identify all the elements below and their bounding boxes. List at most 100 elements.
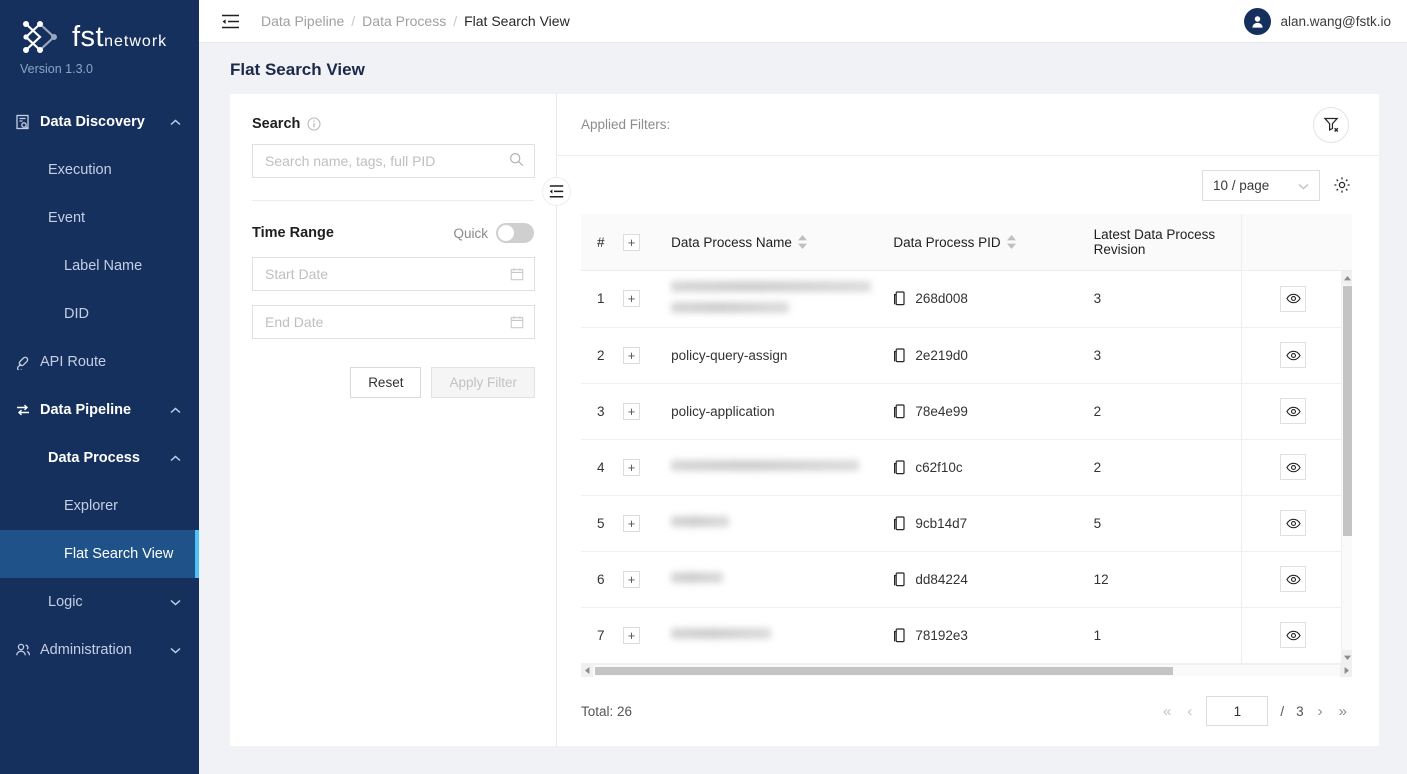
row-expand-cell: + xyxy=(623,551,671,607)
expand-all-icon[interactable]: + xyxy=(623,234,640,251)
eye-icon[interactable] xyxy=(1280,622,1306,648)
table-row[interactable]: 1 + xyxy=(581,271,1352,327)
plus-icon[interactable]: + xyxy=(623,290,640,307)
sidebar-item-event[interactable]: Event xyxy=(0,194,199,242)
filter-clear-icon[interactable] xyxy=(1313,107,1349,143)
pagination: « ‹ 1 / 3 › » xyxy=(1161,696,1349,726)
sidebar-item-explorer[interactable]: Explorer xyxy=(0,482,199,530)
api-route-icon xyxy=(14,353,32,371)
horizontal-scroll-thumb[interactable] xyxy=(595,667,1173,675)
row-pid-value: 2e219d0 xyxy=(915,348,968,363)
copy-icon[interactable] xyxy=(893,348,906,363)
brand-text: fstnetwork xyxy=(72,23,167,52)
copy-icon[interactable] xyxy=(893,404,906,419)
plus-icon[interactable]: + xyxy=(623,459,640,476)
table-row[interactable]: 4 + xyxy=(581,439,1352,495)
sidebar-item-logic[interactable]: Logic xyxy=(0,578,199,626)
column-header-name[interactable]: Data Process Name xyxy=(671,214,893,271)
eye-icon[interactable] xyxy=(1280,510,1306,536)
app-root: fstnetwork Version 1.3.0 Data Discovery xyxy=(0,0,1407,774)
info-circle-icon[interactable] xyxy=(307,117,321,131)
table-row[interactable]: 3 + policy-application 78e4e99 xyxy=(581,383,1352,439)
copy-icon[interactable] xyxy=(893,291,906,306)
table-row[interactable]: 5 + xyxy=(581,495,1352,551)
page-separator: / xyxy=(1280,704,1284,719)
breadcrumb-item-1[interactable]: Data Process xyxy=(362,13,446,29)
plus-icon[interactable]: + xyxy=(623,627,640,644)
last-page-button[interactable]: » xyxy=(1337,703,1349,720)
eye-icon[interactable] xyxy=(1280,398,1306,424)
page-size-select[interactable]: 10 / page xyxy=(1202,170,1320,201)
row-name-redacted xyxy=(671,302,789,313)
reset-button[interactable]: Reset xyxy=(350,367,421,398)
search-icon[interactable] xyxy=(509,152,524,170)
end-date-input[interactable] xyxy=(265,314,510,330)
gear-icon[interactable] xyxy=(1332,175,1352,195)
scroll-up-icon[interactable] xyxy=(1342,271,1352,285)
sidebar-item-data-pipeline[interactable]: Data Pipeline xyxy=(0,386,199,434)
table-vertical-scrollbar[interactable] xyxy=(1341,271,1352,664)
brand-name-primary: fst xyxy=(72,21,104,53)
plus-icon[interactable]: + xyxy=(623,571,640,588)
column-header-pid[interactable]: Data Process PID xyxy=(893,214,1093,271)
page-number-input[interactable]: 1 xyxy=(1206,696,1268,726)
page-title: Flat Search View xyxy=(199,43,1407,94)
next-page-button[interactable]: › xyxy=(1316,703,1325,720)
sidebar-item-data-process[interactable]: Data Process xyxy=(0,434,199,482)
sidebar-item-data-discovery[interactable]: Data Discovery xyxy=(0,98,199,146)
eye-icon[interactable] xyxy=(1280,566,1306,592)
copy-icon[interactable] xyxy=(893,516,906,531)
sidebar-item-label-name[interactable]: Label Name xyxy=(0,242,199,290)
search-label: Search xyxy=(252,116,300,132)
sort-icon[interactable] xyxy=(1007,235,1016,249)
table-header-row: # + Data Process Name xyxy=(581,214,1352,271)
eye-icon[interactable] xyxy=(1280,342,1306,368)
breadcrumb-item-0[interactable]: Data Pipeline xyxy=(261,13,344,29)
user-menu[interactable]: alan.wang@fstk.io xyxy=(1244,8,1407,35)
table-row[interactable]: 6 + xyxy=(581,551,1352,607)
plus-icon[interactable]: + xyxy=(623,515,640,532)
search-input[interactable] xyxy=(265,153,509,169)
administration-icon xyxy=(14,641,32,659)
start-date-wrapper[interactable] xyxy=(252,257,535,291)
sidebar-item-api-route[interactable]: API Route xyxy=(0,338,199,386)
table-row[interactable]: 7 + xyxy=(581,607,1352,663)
calendar-icon[interactable] xyxy=(510,267,524,281)
scroll-left-icon[interactable] xyxy=(581,665,593,677)
row-pid-cell: 9cb14d7 xyxy=(893,495,1093,551)
search-input-wrapper[interactable] xyxy=(252,144,535,178)
sidebar-item-administration[interactable]: Administration xyxy=(0,626,199,674)
vertical-scroll-thumb[interactable] xyxy=(1343,286,1352,536)
copy-icon[interactable] xyxy=(893,460,906,475)
calendar-icon[interactable] xyxy=(510,315,524,329)
copy-icon[interactable] xyxy=(893,572,906,587)
scroll-right-icon[interactable] xyxy=(1340,665,1352,677)
end-date-wrapper[interactable] xyxy=(252,305,535,339)
row-revision: 3 xyxy=(1094,271,1242,327)
menu-collapse-icon[interactable] xyxy=(217,8,243,34)
table-body-scroll[interactable]: 1 + xyxy=(581,271,1352,664)
quick-toggle[interactable] xyxy=(496,223,534,243)
panel-collapse-icon[interactable] xyxy=(542,177,571,206)
apply-filter-button[interactable]: Apply Filter xyxy=(431,367,535,398)
first-page-button[interactable]: « xyxy=(1161,703,1173,720)
sidebar-item-did[interactable]: DID xyxy=(0,290,199,338)
sidebar-item-label: Explorer xyxy=(64,498,199,514)
sidebar-item-label: API Route xyxy=(40,354,199,370)
table-row[interactable]: 2 + policy-query-assign 2e219d0 xyxy=(581,327,1352,383)
plus-icon[interactable]: + xyxy=(623,347,640,364)
sidebar-item-label: Flat Search View xyxy=(64,546,199,562)
sidebar-item-execution[interactable]: Execution xyxy=(0,146,199,194)
row-pid-cell: 78e4e99 xyxy=(893,383,1093,439)
plus-icon[interactable]: + xyxy=(623,403,640,420)
start-date-input[interactable] xyxy=(265,266,510,282)
eye-icon[interactable] xyxy=(1280,286,1306,312)
copy-icon[interactable] xyxy=(893,628,906,643)
eye-icon[interactable] xyxy=(1280,454,1306,480)
scroll-down-icon[interactable] xyxy=(1342,650,1352,664)
sidebar-item-flat-search-view[interactable]: Flat Search View xyxy=(0,530,199,578)
sort-icon[interactable] xyxy=(798,235,807,249)
row-pid-value: dd84224 xyxy=(915,572,968,587)
table-horizontal-scrollbar[interactable] xyxy=(581,664,1352,676)
prev-page-button[interactable]: ‹ xyxy=(1185,703,1194,720)
